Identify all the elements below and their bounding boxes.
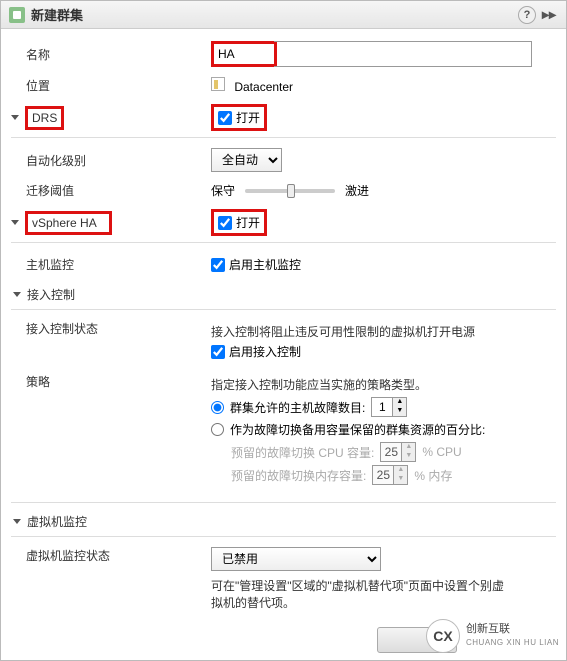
host-monitor-cb-label: 启用主机监控 [229, 256, 301, 273]
policy-desc: 指定接入控制功能应当实施的策略类型。 [211, 376, 556, 393]
vm-monitor-status-label: 虚拟机监控状态 [11, 547, 211, 564]
datacenter-icon [211, 77, 225, 91]
brand-logo: CX [426, 619, 460, 653]
dialog-content: 名称 位置 Datacenter DRS 打开 [1, 29, 566, 660]
drs-header[interactable]: DRS [25, 106, 64, 130]
threshold-min: 保守 [211, 182, 235, 199]
automation-select[interactable]: 全自动 [211, 148, 282, 172]
chevron-down-icon[interactable] [11, 115, 19, 120]
automation-label: 自动化级别 [11, 152, 211, 169]
cpu-percent-spinner: ▲▼ [380, 442, 416, 462]
cpu-reserve-label: 预留的故障切换 CPU 容量: [231, 444, 374, 461]
host-monitor-checkbox[interactable] [211, 258, 225, 272]
location-label: 位置 [11, 77, 211, 94]
name-input[interactable] [214, 44, 274, 64]
drs-enable-label: 打开 [236, 109, 260, 126]
admission-enable-checkbox[interactable] [211, 345, 225, 359]
name-input-extent[interactable] [274, 41, 532, 67]
mem-percent-spinner: ▲▼ [372, 465, 408, 485]
cpu-unit: % CPU [422, 445, 461, 459]
location-value: Datacenter [234, 80, 293, 94]
admission-desc: 接入控制将阻止违反可用性限制的虚拟机打开电源 [211, 323, 556, 340]
threshold-max: 激进 [345, 182, 369, 199]
policy-radio-percent[interactable] [211, 423, 224, 436]
chevron-down-icon[interactable] [11, 220, 19, 225]
ha-enable-checkbox[interactable] [218, 216, 232, 230]
chevron-down-icon[interactable] [13, 519, 21, 524]
mem-reserve-label: 预留的故障切换内存容量: [231, 467, 366, 484]
mem-unit: % 内存 [414, 467, 452, 484]
help-icon[interactable]: ? [518, 6, 536, 24]
brand-watermark: CX 创新互联 CHUANG XIN HU LIAN [426, 619, 559, 653]
ha-header[interactable]: vSphere HA [25, 211, 112, 235]
policy-radio1-label: 群集允许的主机故障数目: [230, 399, 365, 416]
new-cluster-dialog: 新建群集 ? ▸▸ 名称 位置 Datacenter DRS [0, 0, 567, 661]
vm-monitor-select[interactable]: 已禁用 [211, 547, 381, 571]
admission-cb-label: 启用接入控制 [229, 343, 301, 360]
admission-status-label: 接入控制状态 [11, 320, 211, 337]
host-monitor-label: 主机监控 [11, 256, 211, 273]
pin-icon[interactable]: ▸▸ [540, 6, 558, 24]
name-label: 名称 [11, 46, 211, 63]
vm-monitor-header[interactable]: 虚拟机监控 [27, 513, 87, 530]
brand-sub: CHUANG XIN HU LIAN [466, 636, 559, 649]
threshold-slider[interactable] [245, 189, 335, 193]
chevron-down-icon[interactable] [13, 292, 21, 297]
cluster-icon [9, 7, 25, 23]
dialog-title: 新建群集 [31, 5, 83, 24]
policy-radio-hostfail[interactable] [211, 401, 224, 414]
ha-enable-label: 打开 [236, 214, 260, 231]
threshold-label: 迁移阈值 [11, 182, 211, 199]
policy-label: 策略 [11, 373, 211, 390]
host-failures-spinner[interactable]: ▲▼ [371, 397, 407, 417]
policy-radio2-label: 作为故障切换备用容量保留的群集资源的百分比: [230, 421, 485, 438]
brand-name: 创新互联 [466, 623, 559, 636]
vm-monitor-desc: 可在"管理设置"区域的"虚拟机替代项"页面中设置个别虚拟机的替代项。 [211, 577, 511, 611]
dialog-titlebar: 新建群集 ? ▸▸ [1, 1, 566, 29]
admission-header[interactable]: 接入控制 [27, 286, 75, 303]
drs-enable-checkbox[interactable] [218, 111, 232, 125]
